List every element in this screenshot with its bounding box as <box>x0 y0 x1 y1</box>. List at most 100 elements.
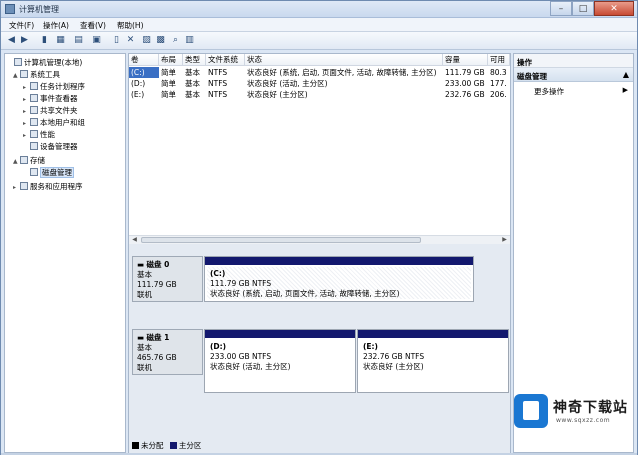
help-icon[interactable]: ▣ <box>91 35 102 46</box>
column-header-status[interactable]: 状态 <box>245 54 443 66</box>
title-bar[interactable]: 计算机管理 – □ ✕ <box>1 1 637 18</box>
pane-icon[interactable]: ▤ <box>73 35 84 46</box>
column-header-volume[interactable]: 卷 <box>129 54 159 66</box>
task-scheduler-icon <box>30 82 38 90</box>
disk-management-icon <box>30 168 38 176</box>
services-icon <box>20 182 28 190</box>
properties-icon[interactable]: ▯ <box>111 35 122 46</box>
minimize-button[interactable]: – <box>550 1 572 16</box>
disk-view-icon[interactable]: ▥ <box>184 35 195 46</box>
performance-icon <box>30 130 38 138</box>
disk-1-size: 465.76 GB <box>137 353 177 362</box>
disk-1-label[interactable]: ▬ 磁盘 1 基本 465.76 GB 联机 <box>132 329 203 375</box>
tree-item-system-tools[interactable]: ▲ 系统工具 <box>13 69 60 80</box>
primary-partition-bar <box>205 257 473 265</box>
scroll-left-icon[interactable]: ◀ <box>130 236 139 244</box>
tree-item-event-viewer[interactable]: ▸ 事件查看器 <box>23 93 78 104</box>
console-tree: 计算机管理(本地) ▲ 系统工具 ▸ 任务计划程序 ▸ 事件查看器 ▸ 共享文件夹 ▸ 本… <box>4 53 126 453</box>
shared-folder-icon <box>30 106 38 114</box>
disk-1-status: 联机 <box>137 363 152 372</box>
tree-item-disk-management[interactable]: 磁盘管理 <box>23 167 74 178</box>
disk-0-name: ▬ 磁盘 0 <box>137 260 170 269</box>
close-button[interactable]: ✕ <box>594 1 634 16</box>
partition-e[interactable]: (E:) 232.76 GB NTFS 状态良好 (主分区) <box>357 329 509 393</box>
collapse-up-icon[interactable]: ▲ <box>623 70 629 79</box>
tree-item-services-applications[interactable]: ▸ 服务和应用程序 <box>13 181 83 192</box>
partition-e-size: 232.76 GB NTFS <box>363 352 425 361</box>
window-title: 计算机管理 <box>19 5 59 14</box>
primary-partition-bar <box>358 330 508 338</box>
menu-action[interactable]: 操作(A) <box>43 20 69 31</box>
watermark-title: 神奇下载站 <box>553 400 628 416</box>
watermark-logo-icon <box>514 394 548 428</box>
storage-icon <box>20 156 28 164</box>
horizontal-scrollbar[interactable]: ◀ ▶ <box>129 235 510 244</box>
actions-pane: 操作 磁盘管理 ▲ 更多操作 ▶ <box>513 53 634 453</box>
back-arrow-icon[interactable]: ◀ <box>6 35 17 46</box>
primary-partition-bar <box>205 330 355 338</box>
partition-d-status: 状态良好 (活动, 主分区) <box>210 362 291 371</box>
scroll-right-icon[interactable]: ▶ <box>500 236 509 244</box>
legend-unallocated: 未分配 <box>141 441 164 450</box>
volume-list: 卷 布局 类型 文件系统 状态 容量 可用 (C:) 简单 基本 NTFS 状态… <box>129 54 510 239</box>
search-icon[interactable]: ⌕ <box>170 35 181 46</box>
tree-item-performance[interactable]: ▸ 性能 <box>23 129 55 140</box>
partition-legend: 未分配 主分区 <box>132 440 201 451</box>
console-tree-icon[interactable]: ▦ <box>55 35 66 46</box>
partition-d[interactable]: (D:) 233.00 GB NTFS 状态良好 (活动, 主分区) <box>204 329 356 393</box>
disk-0-status: 联机 <box>137 290 152 299</box>
partition-c-size: 111.79 GB NTFS <box>210 279 272 288</box>
toolbar: ◀ ▶ ▮ ▦ ▤ ▣ ▯ ✕ ▨ ▩ ⌕ ▥ <box>1 32 637 50</box>
partition-e-letter: (E:) <box>363 342 378 351</box>
forward-arrow-icon[interactable]: ▶ <box>19 35 30 46</box>
computer-management-window: 计算机管理 – □ ✕ 文件(F) 操作(A) 查看(V) 帮助(H) ◀ ▶ … <box>0 0 638 455</box>
partition-e-status: 状态良好 (主分区) <box>363 362 424 371</box>
actions-header: 操作 <box>514 54 633 68</box>
disk-1-type: 基本 <box>137 343 152 352</box>
tree-item-shared-folders[interactable]: ▸ 共享文件夹 <box>23 105 78 116</box>
menu-bar: 文件(F) 操作(A) 查看(V) 帮助(H) <box>1 18 637 32</box>
partition-d-size: 233.00 GB NTFS <box>210 352 272 361</box>
disk-graphical-view: ▬ 磁盘 0 基本 111.79 GB 联机 (C:) 111.79 GB NT… <box>129 244 510 453</box>
open-icon[interactable]: ▩ <box>155 35 166 46</box>
column-header-type[interactable]: 类型 <box>183 54 206 66</box>
disk-0-size: 111.79 GB <box>137 280 177 289</box>
legend-primary: 主分区 <box>178 441 202 450</box>
menu-help[interactable]: 帮助(H) <box>117 20 144 31</box>
delete-icon[interactable]: ✕ <box>125 35 136 46</box>
menu-file[interactable]: 文件(F) <box>9 20 34 31</box>
users-icon <box>30 118 38 126</box>
menu-view[interactable]: 查看(V) <box>80 20 106 31</box>
column-header-layout[interactable]: 布局 <box>159 54 183 66</box>
partition-c-status: 状态良好 (系统, 启动, 页面文件, 活动, 故障转储, 主分区) <box>210 289 400 298</box>
up-folder-icon[interactable]: ▮ <box>39 35 50 46</box>
computer-icon <box>14 58 22 66</box>
primary-swatch <box>169 442 177 449</box>
watermark-url: www.sqxzz.com <box>556 417 611 424</box>
tree-item-storage[interactable]: ▲ 存储 <box>13 155 45 166</box>
partition-d-letter: (D:) <box>210 342 227 351</box>
settings-icon[interactable]: ▨ <box>141 35 152 46</box>
computer-management-icon <box>5 4 15 14</box>
tree-item-local-users[interactable]: ▸ 本地用户和组 <box>23 117 85 128</box>
more-actions-link[interactable]: 更多操作 <box>534 86 564 97</box>
unallocated-swatch <box>132 442 139 449</box>
column-header-capacity[interactable]: 容量 <box>443 54 488 66</box>
tree-item-task-scheduler[interactable]: ▸ 任务计划程序 <box>23 81 85 92</box>
disk-0-type: 基本 <box>137 270 152 279</box>
disk-0-label[interactable]: ▬ 磁盘 0 基本 111.79 GB 联机 <box>132 256 203 302</box>
device-manager-icon <box>30 142 38 150</box>
partition-c-letter: (C:) <box>210 269 226 278</box>
tree-item-computer-management[interactable]: 计算机管理(本地) <box>7 57 82 68</box>
column-header-free[interactable]: 可用 <box>488 54 510 66</box>
tools-icon <box>20 70 28 78</box>
partition-c[interactable]: (C:) 111.79 GB NTFS 状态良好 (系统, 启动, 页面文件, … <box>204 256 474 302</box>
column-header-filesystem[interactable]: 文件系统 <box>206 54 245 66</box>
submenu-arrow-icon[interactable]: ▶ <box>623 86 628 94</box>
watermark: 神奇下载站 www.sqxzz.com <box>512 394 636 432</box>
maximize-button[interactable]: □ <box>572 1 594 16</box>
actions-section-disk-management[interactable]: 磁盘管理 ▲ <box>514 68 633 82</box>
tree-item-device-manager[interactable]: 设备管理器 <box>23 141 78 152</box>
scrollbar-thumb[interactable] <box>141 237 421 243</box>
event-viewer-icon <box>30 94 38 102</box>
